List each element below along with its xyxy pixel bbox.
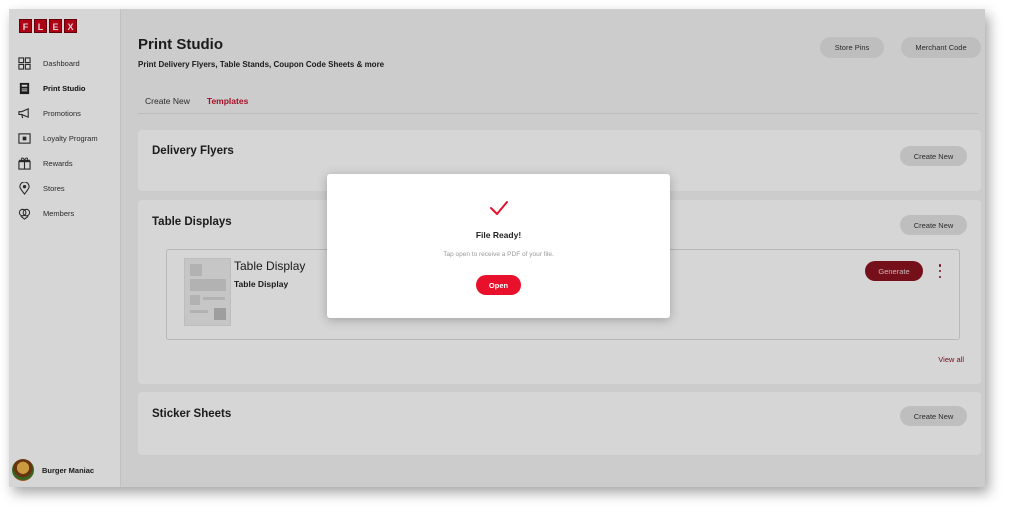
app-window: F L E X Dashboard Print Studio Promotion… xyxy=(9,9,985,487)
checkmark-icon xyxy=(490,201,508,215)
open-button[interactable]: Open xyxy=(476,275,521,295)
file-ready-dialog: File Ready! Tap open to receive a PDF of… xyxy=(327,174,670,318)
dialog-message: Tap open to receive a PDF of your file. xyxy=(443,251,554,258)
dialog-title: File Ready! xyxy=(475,230,522,240)
